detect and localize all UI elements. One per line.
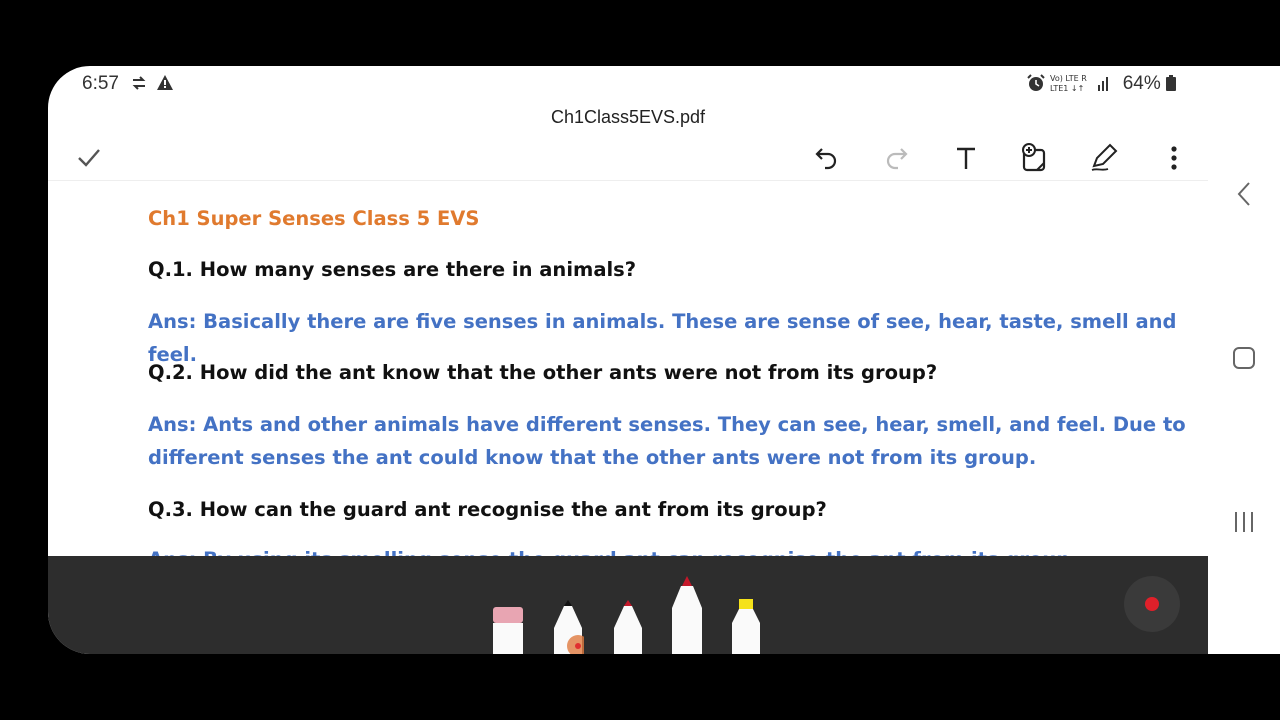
red-marker-tool[interactable] — [670, 576, 704, 654]
phone-screen: 6:57 Vo) LTE R LTE1 ↓↑ 64% Ch1Class5EVS.p… — [48, 66, 1280, 654]
back-nav-icon[interactable] — [1228, 178, 1260, 210]
status-time: 6:57 — [82, 73, 119, 94]
alarm-icon — [1026, 74, 1046, 97]
check-icon[interactable] — [71, 140, 107, 176]
pdf-page[interactable]: Ch1 Super Senses Class 5 EVS Q.1. How ma… — [48, 181, 1208, 556]
svg-text:Vo) LTE R: Vo) LTE R — [1050, 74, 1087, 83]
redo-icon[interactable] — [878, 140, 914, 176]
pen-icon[interactable] — [1086, 140, 1122, 176]
status-bar: 6:57 Vo) LTE R LTE1 ↓↑ 64% — [48, 66, 1280, 102]
page-title: Ch1 Super Senses Class 5 EVS — [148, 207, 480, 230]
black-pen-tool[interactable] — [552, 598, 589, 654]
warning-icon — [156, 74, 174, 97]
recents-nav-icon[interactable] — [1228, 506, 1260, 538]
question-3: Q.3. How can the guard ant recognise the… — [148, 498, 827, 521]
svg-text:LTE1 ↓↑: LTE1 ↓↑ — [1050, 84, 1084, 93]
pen-tray — [48, 556, 1208, 654]
question-2: Q.2. How did the ant know that the other… — [148, 361, 938, 384]
eraser-tool[interactable] — [492, 606, 524, 654]
question-1: Q.1. How many senses are there in animal… — [148, 258, 637, 281]
data-transfer-icon — [130, 74, 148, 97]
document-filename: Ch1Class5EVS.pdf — [550, 107, 706, 127]
add-note-icon[interactable] — [1017, 140, 1053, 176]
volte-lte-icon: Vo) LTE R LTE1 ↓↑ — [1050, 72, 1110, 99]
more-icon[interactable] — [1156, 140, 1192, 176]
navigation-bar — [1208, 66, 1280, 654]
editor-toolbar — [48, 136, 1208, 181]
answer-3-partial: Ans: By using its smelling sense the gua… — [148, 543, 1188, 556]
answer-2: Ans: Ants and other animals have differe… — [148, 413, 1186, 469]
home-nav-icon[interactable] — [1228, 342, 1260, 374]
yellow-highlighter-tool[interactable] — [730, 598, 762, 654]
battery-percent: 64% — [1123, 73, 1176, 95]
record-dot-icon — [1145, 597, 1159, 611]
text-icon[interactable] — [948, 140, 984, 176]
undo-icon[interactable] — [809, 140, 845, 176]
record-button[interactable] — [1124, 576, 1180, 632]
red-pen-tool[interactable] — [612, 598, 644, 654]
